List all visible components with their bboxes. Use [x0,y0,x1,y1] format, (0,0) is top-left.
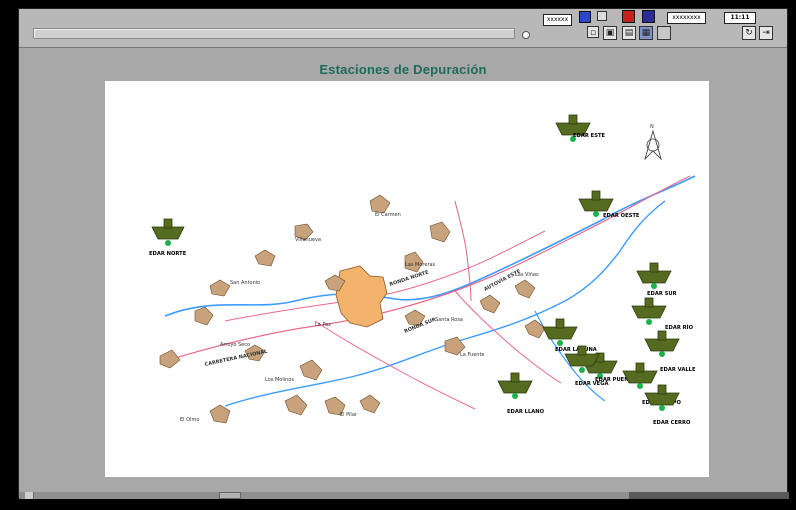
svg-text:EDAR SUR: EDAR SUR [647,291,677,297]
plant-top-right-1[interactable]: EDAR ESTE [555,114,605,142]
svg-text:EDAR VEGA: EDAR VEGA [575,381,609,387]
exit-icon[interactable]: ⇥ [759,26,773,40]
svg-text:Villanueva: Villanueva [295,237,321,243]
monitor-icon[interactable] [579,11,591,23]
plant-right-1[interactable]: EDAR SUR [636,262,677,297]
bottom-right-panel [629,492,789,499]
city-center [335,265,388,328]
plant-center-right-1[interactable]: EDAR LAGUNA [542,318,597,353]
plant-left[interactable]: EDAR NORTE [149,218,187,257]
progress-handle[interactable] [522,31,530,39]
svg-text:EDAR VALLE: EDAR VALLE [660,367,696,373]
network-icon[interactable] [622,10,635,23]
svg-text:Las Moreras: Las Moreras [405,262,436,268]
print-icon[interactable] [642,10,655,23]
svg-text:N: N [650,124,654,130]
river-main [164,175,696,317]
document-icon[interactable]: ▫ [587,26,599,38]
svg-text:EDAR LAGUNA: EDAR LAGUNA [555,347,597,353]
svg-text:EDAR OESTE: EDAR OESTE [603,213,640,219]
clock-display: 11:11 [724,12,756,24]
svg-text:Arroyo Seco: Arroyo Seco [220,342,250,348]
svg-text:Santa Rosa: Santa Rosa [435,317,463,323]
app-window: xxxxxx xxxxxxxx 11:11 ▫ ▣ ▤ ▦ ↻ ⇥ Estaci… [18,8,789,499]
svg-text:EDAR NORTE: EDAR NORTE [149,251,187,257]
blank-icon[interactable] [657,26,671,40]
map-panel: San Antonio Las Moreras Villanueva El Ca… [105,81,709,477]
bottom-scrollbar[interactable] [19,492,789,499]
svg-text:Los Molinos: Los Molinos [265,377,294,383]
map-svg: San Antonio Las Moreras Villanueva El Ca… [149,114,696,426]
north-arrow: N [644,124,662,161]
svg-text:EDAR RÍO: EDAR RÍO [665,323,694,331]
svg-text:EDAR ESTE: EDAR ESTE [573,133,605,139]
user-field: xxxxxxxx [667,12,706,24]
progress-bar [33,28,515,39]
bottom-left-icon[interactable] [25,492,34,499]
svg-text:La Paz: La Paz [315,322,331,328]
status-field: xxxxxx [543,14,572,26]
page-title: Estaciones de Depuración [319,62,487,77]
layout-icon[interactable]: ▦ [639,26,653,40]
plant-bottom-right-1[interactable]: EDAR LLANO [497,372,545,415]
svg-text:San Antonio: San Antonio [230,280,260,286]
road-south [314,320,476,410]
road-main [164,175,691,362]
window-icon[interactable]: ▣ [603,26,617,40]
plant-right-3[interactable]: EDAR VALLE [644,330,696,373]
grid-icon[interactable]: ▤ [622,26,636,40]
scroll-thumb[interactable] [219,492,241,499]
svg-text:EDAR CERRO: EDAR CERRO [653,420,691,426]
svg-text:El Carmen: El Carmen [375,212,401,218]
alarm-icon[interactable] [597,11,607,21]
svg-text:RONDA NORTE: RONDA NORTE [389,269,430,288]
plant-right-2[interactable]: EDAR RÍO [631,297,694,331]
svg-text:El Olmo: El Olmo [180,417,199,423]
svg-text:EDAR LLANO: EDAR LLANO [507,409,545,415]
refresh-icon[interactable]: ↻ [742,26,756,40]
svg-text:La Fuente: La Fuente [460,352,485,358]
svg-text:El Pilar: El Pilar [340,412,358,418]
top-toolbar: xxxxxx xxxxxxxx 11:11 ▫ ▣ ▤ ▦ ↻ ⇥ [19,9,787,48]
